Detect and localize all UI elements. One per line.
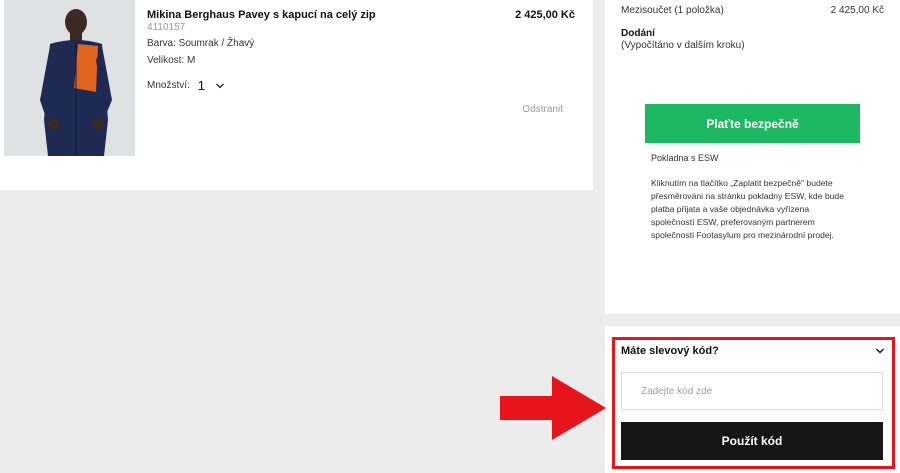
- quantity-label: Množství:: [147, 80, 190, 91]
- product-image[interactable]: [4, 0, 135, 156]
- quantity-value[interactable]: 1: [198, 78, 205, 93]
- product-title[interactable]: Mikina Berghaus Pavey s kapucí na celý z…: [147, 9, 376, 21]
- delivery-label: Dodání: [621, 28, 655, 39]
- pay-securely-button[interactable]: Plaťte bezpečně: [645, 104, 860, 143]
- chevron-down-icon[interactable]: [875, 346, 885, 356]
- checkout-disclaimer: Kliknutím na tlačítko „Zaplatit bezpečně…: [651, 178, 844, 240]
- product-color: Barva: Soumrak / Žhavý: [147, 38, 255, 49]
- delivery-note: (Vypočítáno v dalším kroku): [621, 40, 745, 51]
- product-sku: 4110157: [147, 22, 186, 33]
- checkout-provider-label: Pokladna s ESW: [651, 153, 719, 163]
- product-price: 2 425,00 Kč: [515, 9, 575, 21]
- subtotal-value: 2 425,00 Kč: [830, 5, 884, 16]
- discount-code-panel: Máte slevový kód? Použít kód: [605, 326, 900, 473]
- arrow-right-icon: [500, 376, 608, 440]
- basket-item-card: Mikina Berghaus Pavey s kapucí na celý z…: [0, 0, 593, 190]
- discount-toggle[interactable]: Máte slevový kód?: [621, 342, 885, 360]
- discount-code-input[interactable]: [621, 372, 883, 410]
- apply-code-button[interactable]: Použít kód: [621, 422, 883, 460]
- product-size: Velikost: M: [147, 55, 196, 66]
- hoodie-photo-icon: [4, 0, 135, 156]
- discount-title: Máte slevový kód?: [621, 345, 719, 357]
- chevron-down-icon[interactable]: [215, 81, 225, 91]
- subtotal-label: Mezisoučet (1 položka): [621, 5, 724, 16]
- quantity-selector[interactable]: Množství: 1: [147, 78, 225, 93]
- remove-item-link[interactable]: Odstranit: [522, 104, 563, 115]
- order-summary: Mezisoučet (1 položka) 2 425,00 Kč Dodán…: [605, 0, 900, 314]
